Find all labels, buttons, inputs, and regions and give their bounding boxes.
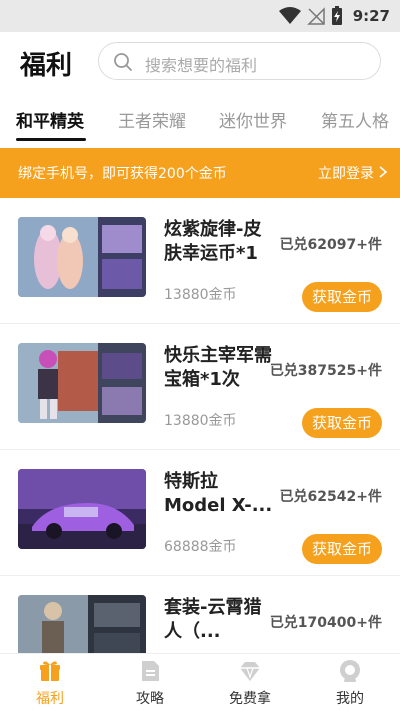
get-coins-button[interactable]: 获取金币: [302, 282, 382, 312]
tab-heping[interactable]: 和平精英: [16, 107, 84, 132]
battery-charging-icon: [331, 6, 342, 25]
wifi-icon: [278, 7, 301, 24]
list-item[interactable]: 快乐主宰军需宝箱*1次 13880金币 已兑387525+件 获取金币: [0, 324, 400, 450]
gift-icon: [40, 661, 60, 681]
tab-wangzhe[interactable]: 王者荣耀: [118, 107, 186, 132]
get-coins-button[interactable]: 获取金币: [302, 534, 382, 564]
tab-identity-v[interactable]: 第五人格: [321, 107, 389, 132]
status-time: 9:27: [352, 7, 390, 25]
header: 福利 搜索想要的福利: [0, 32, 400, 94]
nav-label: 攻略: [136, 691, 164, 707]
item-price: 13880金币: [164, 287, 237, 303]
item-redeemed-count: 已兑62542+件: [279, 489, 382, 505]
search-input[interactable]: 搜索想要的福利: [98, 42, 381, 80]
nav-guides[interactable]: 攻略: [100, 654, 200, 711]
nav-profile[interactable]: 我的: [300, 654, 400, 711]
item-title: 快乐主宰军需宝箱*1次: [164, 345, 272, 390]
item-thumbnail: [18, 217, 146, 297]
page-title: 福利: [20, 51, 73, 81]
status-icons: 9:27: [278, 4, 390, 28]
active-tab-indicator: [16, 138, 86, 141]
search-icon: [114, 53, 132, 71]
nav-label: 我的: [336, 691, 364, 707]
get-coins-button[interactable]: 获取金币: [302, 408, 382, 438]
document-icon: [142, 661, 159, 681]
reward-list: 炫紫旋律-皮肤幸运币*1 13880金币 已兑62097+件 获取金币 快乐主宰…: [0, 198, 400, 653]
item-redeemed-count: 已兑387525+件: [269, 363, 382, 379]
item-price: 13880金币: [164, 413, 237, 429]
item-redeemed-count: 已兑62097+件: [279, 237, 382, 253]
tab-mini-world[interactable]: 迷你世界: [219, 107, 287, 132]
item-price: 68888金币: [164, 539, 237, 555]
bind-phone-banner[interactable]: 绑定手机号，即可获得200个金币 立即登录: [0, 148, 400, 198]
bottom-nav: 福利 攻略 免费拿 我的: [0, 653, 400, 711]
list-item[interactable]: 套装-云霄猎人（... 已兑170400+件: [0, 576, 400, 653]
nav-welfare[interactable]: 福利: [0, 654, 100, 711]
list-item[interactable]: 炫紫旋律-皮肤幸运币*1 13880金币 已兑62097+件 获取金币: [0, 198, 400, 324]
diamond-icon: [240, 662, 260, 681]
item-title: 套装-云霄猎人（...: [164, 597, 262, 642]
list-item[interactable]: 特斯拉Model X-... 68888金币 已兑62542+件 获取金币: [0, 450, 400, 576]
item-title: 炫紫旋律-皮肤幸运币*1: [164, 219, 262, 264]
search-placeholder: 搜索想要的福利: [145, 56, 258, 75]
item-thumbnail: [18, 595, 146, 653]
nav-label: 福利: [36, 691, 64, 707]
nav-free[interactable]: 免费拿: [200, 654, 300, 711]
game-tabs: 和平精英 王者荣耀 迷你世界 第五人格: [0, 94, 400, 148]
nav-label: 免费拿: [229, 691, 271, 707]
profile-icon: [340, 660, 360, 682]
chevron-right-icon: [379, 166, 388, 178]
item-thumbnail: [18, 469, 146, 549]
item-title: 特斯拉Model X-...: [164, 471, 273, 516]
item-thumbnail: [18, 343, 146, 423]
status-bar: 9:27: [0, 0, 400, 32]
banner-text: 绑定手机号，即可获得200个金币: [18, 166, 227, 182]
no-signal-icon: [306, 7, 325, 25]
login-link[interactable]: 立即登录: [318, 163, 374, 183]
item-redeemed-count: 已兑170400+件: [269, 615, 382, 631]
